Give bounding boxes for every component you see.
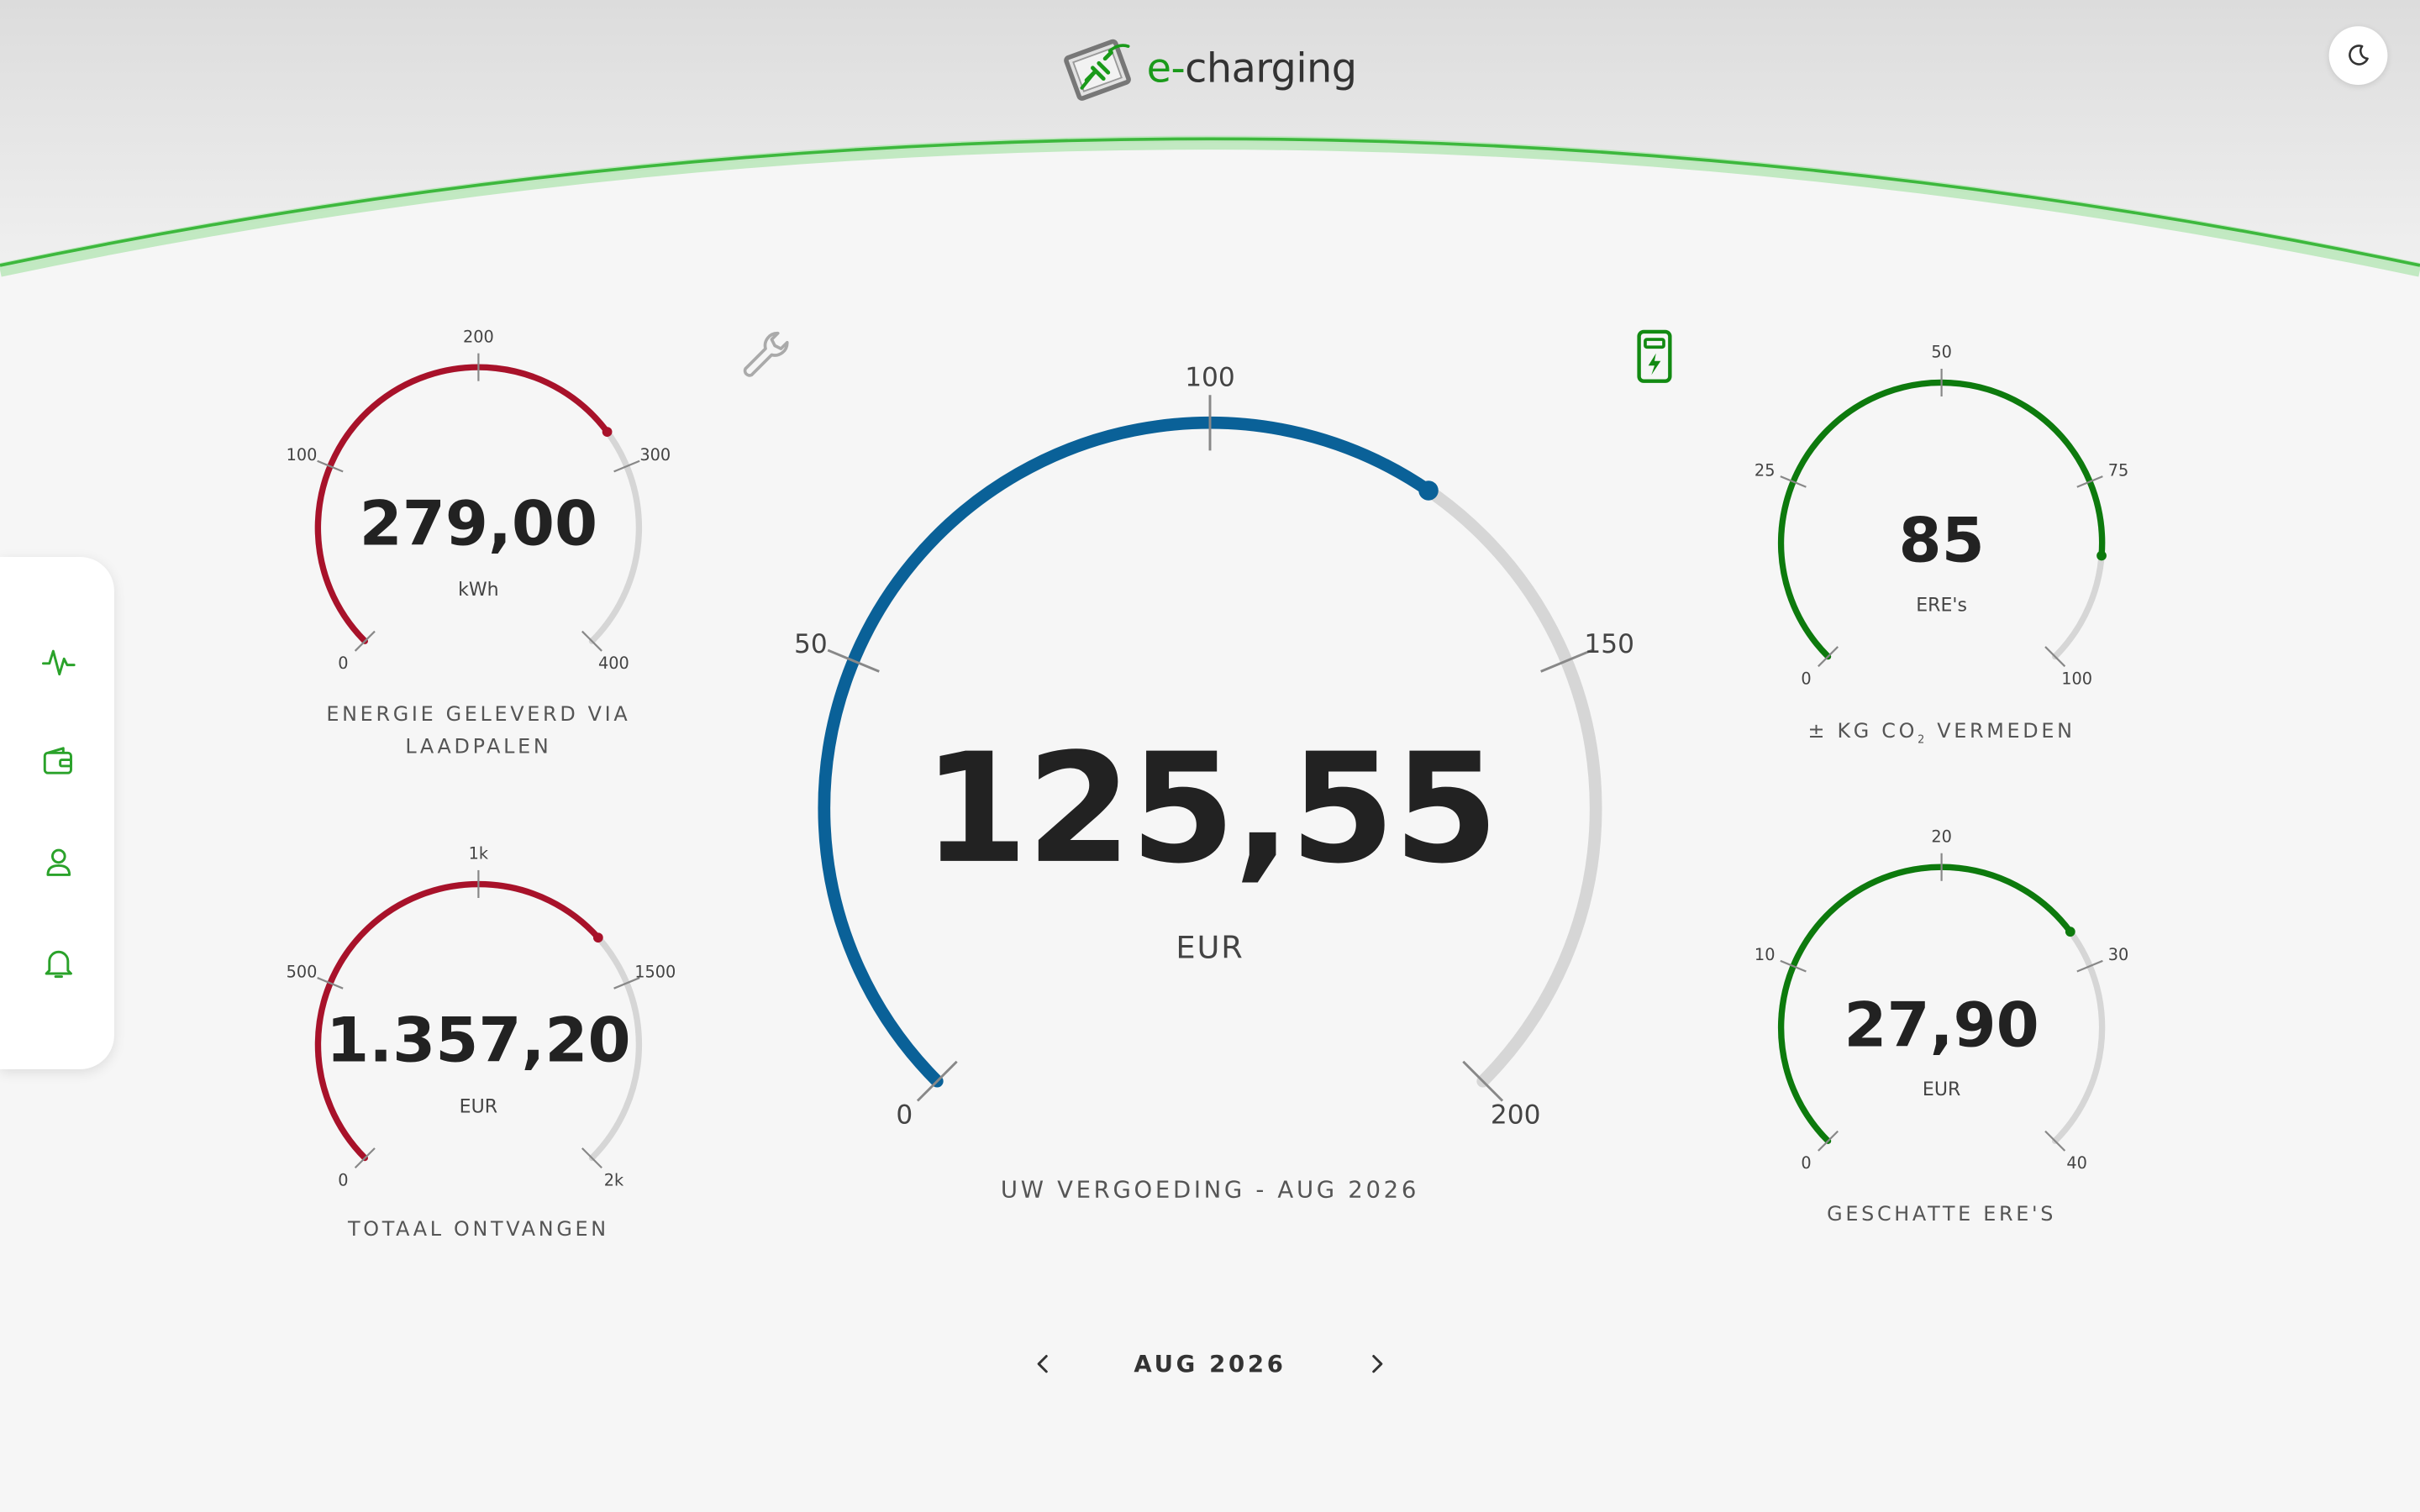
sidebar-item-user[interactable] bbox=[35, 839, 82, 885]
main-tick-label: 200 bbox=[1491, 1100, 1541, 1130]
moon-icon bbox=[2349, 45, 2369, 66]
main-tick-label: 0 bbox=[896, 1100, 913, 1130]
charger-plug-logo-icon bbox=[1064, 39, 1131, 101]
total-value: 1.357,20 bbox=[326, 1005, 631, 1078]
sidebar-item-wallet[interactable] bbox=[35, 739, 82, 785]
main-value-cap bbox=[1418, 480, 1439, 501]
energy-gauge: 0 100 200 300 400 279,00 kWh bbox=[278, 317, 680, 687]
co2-caption: ± KG CO2 VERMEDEN bbox=[1807, 720, 2075, 747]
main-unit: EUR bbox=[1176, 928, 1244, 966]
ere-tick-label: 40 bbox=[2066, 1153, 2087, 1173]
ere-tick-label: 30 bbox=[2108, 945, 2129, 964]
activity-icon bbox=[41, 649, 76, 676]
ere-tick-label: 0 bbox=[1801, 1153, 1811, 1173]
total-tick-label: 0 bbox=[338, 1170, 348, 1189]
co2-tick-label: 75 bbox=[2108, 460, 2129, 480]
chevron-right-icon bbox=[1372, 1355, 1383, 1373]
ere-unit: EUR bbox=[1922, 1078, 1961, 1100]
total-caption: TOTAAL ONTVANGEN bbox=[347, 1219, 609, 1242]
period-label: AUG 2026 bbox=[1134, 1350, 1286, 1378]
total-tick-label: 500 bbox=[287, 962, 318, 981]
sidebar-item-activity[interactable] bbox=[35, 638, 82, 685]
ere-value-cap bbox=[2065, 927, 2075, 937]
main-tick-label: 150 bbox=[1584, 629, 1634, 659]
energy-tick-label: 300 bbox=[639, 445, 671, 465]
period-navigator: AUG 2026 bbox=[1018, 1339, 1402, 1389]
co2-gauge: 0 25 50 75 100 85 ERE's bbox=[1741, 332, 2143, 702]
energy-value-cap bbox=[602, 427, 613, 437]
user-icon bbox=[46, 848, 71, 876]
total-gauge: 0 500 1k 1500 2k 1.357,20 EUR bbox=[278, 833, 680, 1204]
energy-tick-label: 0 bbox=[338, 654, 348, 673]
sidebar-item-notifications[interactable] bbox=[35, 940, 82, 986]
bell-icon bbox=[45, 950, 72, 979]
ere-tick-label: 10 bbox=[1754, 945, 1776, 964]
next-month-button[interactable] bbox=[1352, 1339, 1402, 1389]
ere-gauge: 0 10 20 30 40 27,90 EUR bbox=[1741, 816, 2143, 1187]
chevron-left-icon bbox=[1037, 1355, 1048, 1373]
ere-value: 27,90 bbox=[1844, 990, 2039, 1062]
energy-tick-label: 100 bbox=[287, 445, 318, 465]
theme-toggle-button[interactable] bbox=[2328, 26, 2388, 86]
brand: e-charging bbox=[0, 37, 2420, 102]
co2-unit: ERE's bbox=[1916, 594, 1967, 616]
energy-caption: ENERGIE GELEVERD VIA LAADPALEN bbox=[326, 703, 631, 759]
prev-month-button[interactable] bbox=[1018, 1339, 1068, 1389]
co2-tick-label: 100 bbox=[2061, 669, 2092, 689]
main-gauge: 0 50 100 150 200 125,55 EUR bbox=[747, 339, 1673, 1157]
ere-caption: GESCHATTE ERE'S bbox=[1827, 1203, 2057, 1227]
main-caption: UW VERGOEDING - AUG 2026 bbox=[1000, 1175, 1420, 1204]
energy-tick-label: 200 bbox=[463, 327, 494, 346]
ere-tick-label: 20 bbox=[1931, 827, 1952, 846]
co2-tick-label: 25 bbox=[1754, 460, 1776, 480]
co2-tick-label: 50 bbox=[1931, 343, 1952, 362]
total-value-cap bbox=[592, 932, 603, 943]
total-unit: EUR bbox=[459, 1095, 498, 1117]
total-tick-label: 1k bbox=[469, 844, 489, 864]
co2-tick-label: 0 bbox=[1801, 669, 1811, 689]
total-tick-label: 2k bbox=[604, 1170, 624, 1189]
main-tick-label: 50 bbox=[794, 629, 828, 659]
wallet-icon bbox=[43, 747, 72, 774]
main-value: 125,55 bbox=[923, 722, 1498, 898]
main-tick-label: 100 bbox=[1185, 362, 1235, 392]
brand-name: e-charging bbox=[1146, 46, 1357, 93]
total-tick-label: 1500 bbox=[634, 962, 676, 981]
energy-unit: kWh bbox=[458, 578, 499, 601]
co2-value: 85 bbox=[1898, 506, 1985, 577]
energy-value: 279,00 bbox=[359, 489, 598, 560]
sidebar bbox=[0, 557, 114, 1069]
energy-tick-label: 400 bbox=[598, 654, 629, 673]
